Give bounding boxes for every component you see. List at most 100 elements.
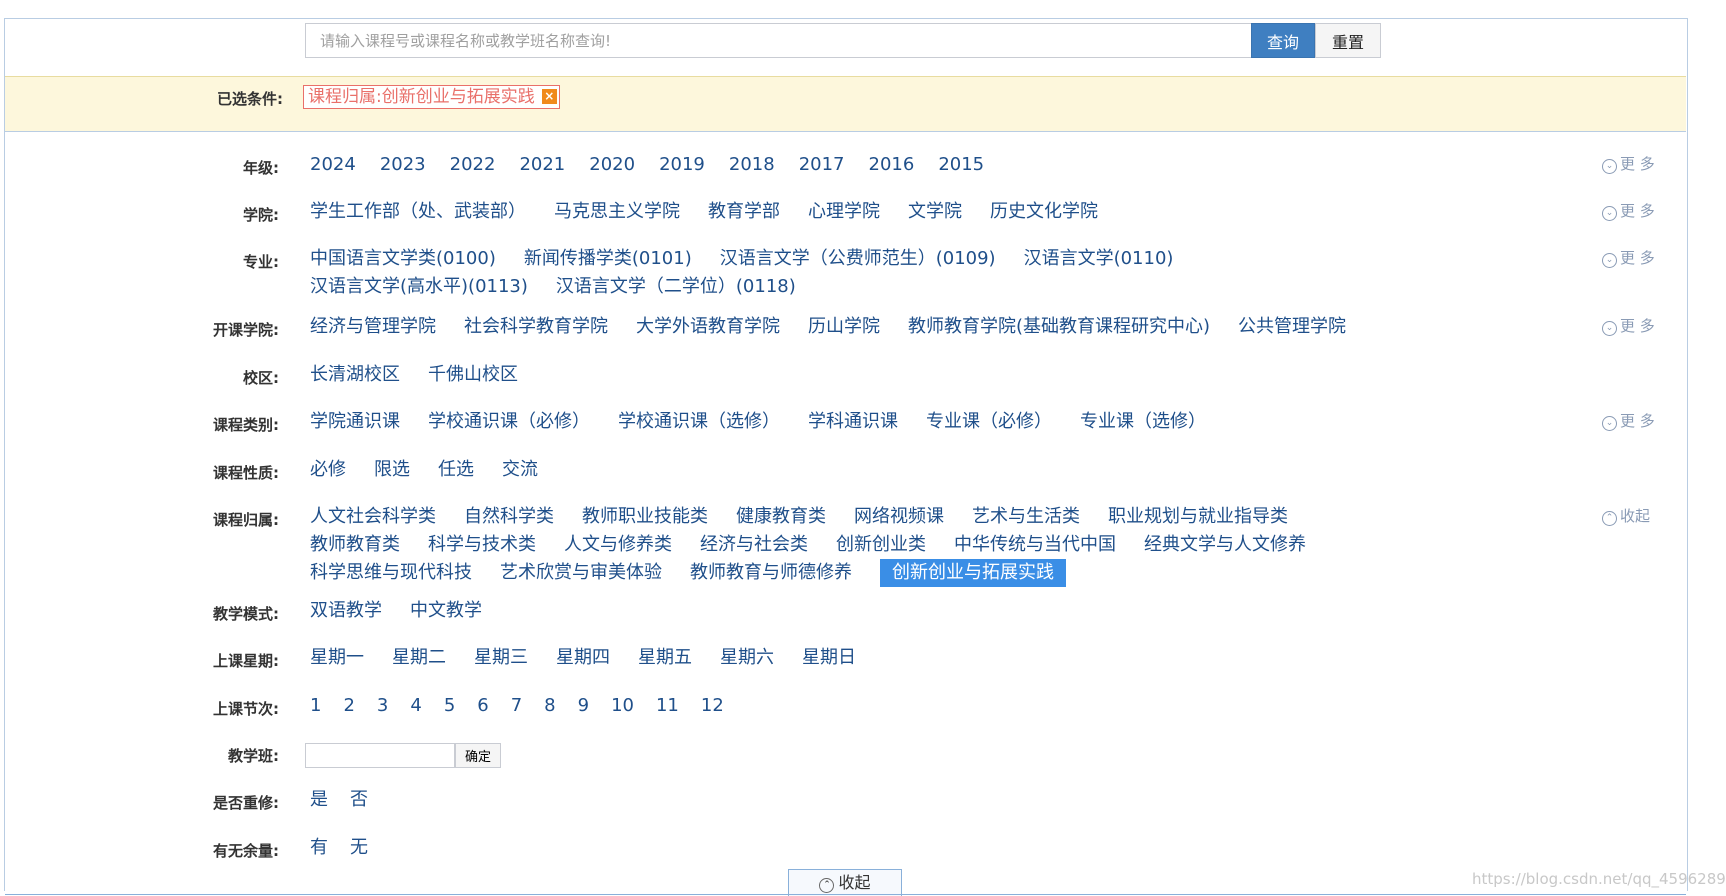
filter-option[interactable]: 文学院 (908, 198, 962, 226)
filter-option[interactable]: 交流 (502, 456, 538, 484)
filter-option[interactable]: 专业课（选修） (1080, 408, 1206, 436)
filter-option[interactable]: 无 (350, 834, 368, 862)
teaching-class-input[interactable] (305, 743, 455, 768)
filter-option[interactable]: 创新创业类 (836, 531, 926, 559)
more-options-button[interactable]: ⌄ 更 多 (1602, 153, 1655, 174)
filter-option[interactable]: 科学思维与现代科技 (310, 559, 472, 587)
filter-option[interactable]: 7 (511, 692, 522, 720)
filter-option[interactable]: 限选 (374, 456, 410, 484)
filter-option[interactable]: 大学外语教育学院 (636, 313, 780, 341)
filter-option[interactable]: 11 (656, 692, 679, 720)
more-label: 更 多 (1620, 317, 1655, 335)
filter-option[interactable]: 经济与社会类 (700, 531, 808, 559)
more-options-button[interactable]: ⌄ 更 多 (1602, 247, 1655, 268)
filter-option[interactable]: 1 (310, 692, 321, 720)
filter-options: 中国语言文学类(0100) 新闻传播学类(0101) 汉语言文学（公费师范生）(01… (310, 245, 1390, 301)
teaching-class-confirm-button[interactable]: 确定 (455, 743, 501, 768)
collapse-filter-button[interactable]: ⌃ 收起 (1602, 505, 1650, 526)
filter-option[interactable]: 教育学部 (708, 198, 780, 226)
filter-option[interactable]: 汉语言文学（公费师范生）(0109) (720, 245, 996, 273)
filter-option[interactable]: 艺术欣赏与审美体验 (500, 559, 662, 587)
filter-option[interactable]: 2023 (380, 151, 426, 179)
filter-option[interactable]: 2017 (799, 151, 845, 179)
filter-option[interactable]: 2019 (659, 151, 705, 179)
filter-option[interactable]: 必修 (310, 456, 346, 484)
filter-option[interactable]: 3 (377, 692, 388, 720)
filter-option[interactable]: 中华传统与当代中国 (954, 531, 1116, 559)
filter-option[interactable]: 自然科学类 (464, 503, 554, 531)
filter-option[interactable]: 历山学院 (808, 313, 880, 341)
filter-option[interactable]: 艺术与生活类 (972, 503, 1080, 531)
filter-option[interactable]: 马克思主义学院 (554, 198, 680, 226)
search-input[interactable] (305, 23, 1251, 58)
selected-condition-tag[interactable]: 课程归属:创新创业与拓展实践 × (303, 85, 560, 109)
filter-option[interactable]: 教师职业技能类 (582, 503, 708, 531)
filter-option[interactable]: 星期五 (638, 644, 692, 672)
filter-option[interactable]: 长清湖校区 (310, 361, 400, 389)
filter-option[interactable]: 4 (410, 692, 421, 720)
reset-button[interactable]: 重置 (1315, 23, 1381, 58)
filter-option[interactable]: 星期二 (392, 644, 446, 672)
filter-option[interactable]: 创新创业与拓展实践 (880, 559, 1066, 587)
filter-option[interactable]: 任选 (438, 456, 474, 484)
query-button[interactable]: 查询 (1251, 23, 1315, 58)
filter-option[interactable]: 2 (343, 692, 354, 720)
filter-option[interactable]: 汉语言文学（二学位）(0118) (556, 273, 796, 301)
filter-option[interactable]: 中文教学 (410, 597, 482, 625)
more-options-button[interactable]: ⌄ 更 多 (1602, 200, 1655, 221)
filter-option[interactable]: 5 (444, 692, 455, 720)
filter-option[interactable]: 公共管理学院 (1238, 313, 1346, 341)
filter-option[interactable]: 教师教育学院(基础教育课程研究中心) (908, 313, 1210, 341)
filter-option[interactable]: 汉语言文学(0110) (1024, 245, 1174, 273)
filter-option[interactable]: 12 (701, 692, 724, 720)
filter-option[interactable]: 学科通识课 (808, 408, 898, 436)
filter-option[interactable]: 历史文化学院 (990, 198, 1098, 226)
filter-option[interactable]: 2024 (310, 151, 356, 179)
filter-option[interactable]: 学校通识课（必修） (428, 408, 590, 436)
filter-option[interactable]: 学生工作部（处、武装部） (310, 198, 526, 226)
filter-option[interactable]: 职业规划与就业指导类 (1108, 503, 1288, 531)
filter-option[interactable]: 否 (350, 786, 368, 814)
filter-option[interactable]: 有 (310, 834, 328, 862)
filter-option[interactable]: 汉语言文学(高水平)(0113) (310, 273, 528, 301)
filter-option[interactable]: 2022 (450, 151, 496, 179)
filter-option[interactable]: 专业课（必修） (926, 408, 1052, 436)
filter-option[interactable]: 健康教育类 (736, 503, 826, 531)
filter-option[interactable]: 中国语言文学类(0100) (310, 245, 496, 273)
filter-option[interactable]: 6 (477, 692, 488, 720)
filter-option[interactable]: 是 (310, 786, 328, 814)
filter-option[interactable]: 2016 (869, 151, 915, 179)
filter-option[interactable]: 星期六 (720, 644, 774, 672)
filter-option[interactable]: 人文与修养类 (564, 531, 672, 559)
filter-option[interactable]: 8 (544, 692, 555, 720)
filter-option[interactable]: 星期一 (310, 644, 364, 672)
collapse-panel-button[interactable]: ⌃ 收起 (788, 869, 902, 896)
filter-option[interactable]: 科学与技术类 (428, 531, 536, 559)
filter-option[interactable]: 2021 (519, 151, 565, 179)
filter-option[interactable]: 教师教育类 (310, 531, 400, 559)
filter-option[interactable]: 千佛山校区 (428, 361, 518, 389)
filter-option[interactable]: 社会科学教育学院 (464, 313, 608, 341)
filter-option[interactable]: 星期日 (802, 644, 856, 672)
filter-option[interactable]: 经典文学与人文修养 (1144, 531, 1306, 559)
filter-option[interactable]: 10 (611, 692, 634, 720)
filter-option[interactable]: 星期四 (556, 644, 610, 672)
filter-option[interactable]: 经济与管理学院 (310, 313, 436, 341)
filter-option[interactable]: 星期三 (474, 644, 528, 672)
filter-option[interactable]: 9 (578, 692, 589, 720)
filter-option[interactable]: 双语教学 (310, 597, 382, 625)
remove-condition-icon[interactable]: × (541, 89, 557, 104)
more-options-button[interactable]: ⌄ 更 多 (1602, 315, 1655, 336)
filter-option[interactable]: 2015 (938, 151, 984, 179)
more-options-button[interactable]: ⌄ 更 多 (1602, 410, 1655, 431)
filter-option[interactable]: 学院通识课 (310, 408, 400, 436)
filter-option[interactable]: 2018 (729, 151, 775, 179)
filter-option[interactable]: 网络视频课 (854, 503, 944, 531)
filter-option[interactable]: 学校通识课（选修） (618, 408, 780, 436)
filter-label: 学院: (243, 206, 279, 224)
filter-option[interactable]: 新闻传播学类(0101) (524, 245, 692, 273)
filter-option[interactable]: 2020 (589, 151, 635, 179)
filter-option[interactable]: 人文社会科学类 (310, 503, 436, 531)
filter-option[interactable]: 教师教育与师德修养 (690, 559, 852, 587)
filter-option[interactable]: 心理学院 (808, 198, 880, 226)
